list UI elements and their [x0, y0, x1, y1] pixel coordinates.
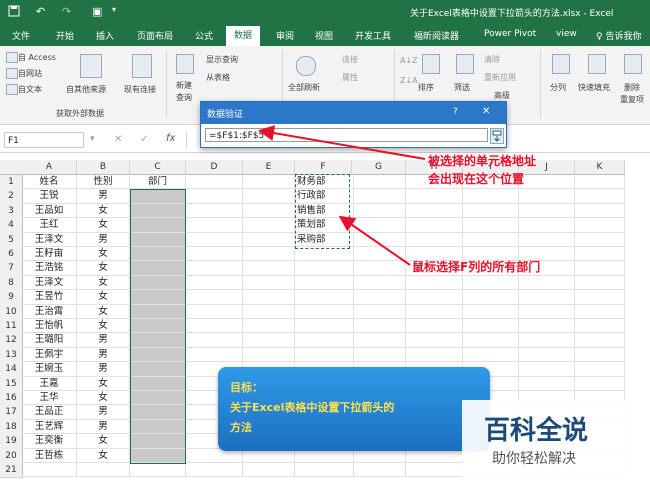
annotation-address-line2: 会出现在这个位置: [428, 172, 525, 186]
watermark: 百科全说 助你轻松解决: [462, 400, 650, 480]
goal-callout: 目标： 关于Excel表格中设置下拉箭头的 方法: [218, 367, 490, 451]
watermark-slogan: 助你轻松解决: [492, 451, 576, 467]
goal-title: 目标：: [230, 381, 263, 394]
arrow-to-input: [258, 125, 426, 160]
annotation-address-line1: 被选择的单元格地址: [428, 154, 537, 168]
goal-line1: 关于Excel表格中设置下拉箭头的: [230, 401, 395, 414]
goal-line2: 方法: [230, 421, 252, 434]
watermark-brand: 百科全说: [484, 416, 589, 446]
arrow-to-column-f: [338, 215, 411, 266]
annotation-select-column-f: 鼠标选择F列的所有部门: [412, 260, 541, 274]
